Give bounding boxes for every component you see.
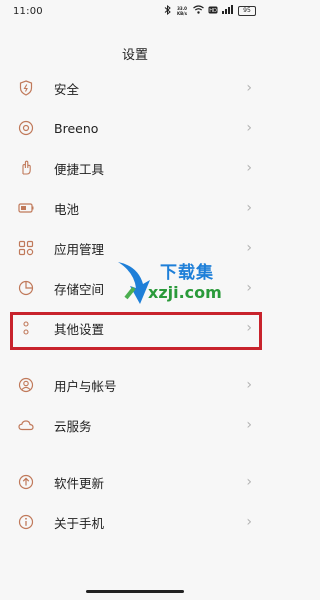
update-arrow-icon bbox=[18, 474, 34, 490]
settings-item-label: 安全 bbox=[54, 81, 80, 97]
settings-item-about-phone[interactable]: 关于手机 › bbox=[0, 502, 270, 542]
status-icons: 33.0 KB/s HD 95 bbox=[164, 4, 256, 18]
settings-item-battery[interactable]: 电池 › bbox=[0, 188, 270, 228]
network-speed-text: 33.0 KB/s bbox=[177, 6, 187, 16]
chevron-right-icon: › bbox=[246, 280, 252, 296]
app-grid-icon bbox=[18, 240, 34, 256]
watermark-text-cn: 下载集 bbox=[160, 263, 214, 283]
settings-item-label: 关于手机 bbox=[54, 515, 105, 531]
chevron-right-icon: › bbox=[246, 514, 252, 530]
settings-item-label: 应用管理 bbox=[54, 241, 105, 257]
chevron-right-icon: › bbox=[246, 160, 252, 176]
shield-icon bbox=[18, 80, 34, 96]
settings-item-convenience-tools[interactable]: 便捷工具 › bbox=[0, 148, 270, 188]
chevron-right-icon: › bbox=[246, 200, 252, 216]
settings-item-label: 用户与帐号 bbox=[54, 378, 117, 394]
info-icon bbox=[18, 514, 34, 530]
hand-tool-icon bbox=[18, 160, 34, 176]
battery-icon: 95 bbox=[238, 6, 256, 16]
settings-item-other-settings[interactable]: 其他设置 › bbox=[0, 308, 270, 348]
chevron-right-icon: › bbox=[246, 80, 252, 96]
settings-item-cloud-service[interactable]: 云服务 › bbox=[0, 405, 270, 445]
chevron-right-icon: › bbox=[246, 240, 252, 256]
watermark-logo: 下载集 xzji.com bbox=[108, 258, 222, 308]
user-icon bbox=[18, 377, 34, 393]
settings-item-breeno[interactable]: Breeno › bbox=[0, 108, 270, 148]
status-bar: 11:00 33.0 KB/s HD 95 bbox=[0, 0, 270, 24]
settings-item-label: 电池 bbox=[54, 201, 80, 217]
hd-icon: HD bbox=[208, 6, 218, 17]
home-indicator[interactable] bbox=[86, 590, 184, 593]
battery-icon bbox=[18, 200, 34, 216]
settings-item-users-accounts[interactable]: 用户与帐号 › bbox=[0, 365, 270, 405]
settings-item-security[interactable]: 安全 › bbox=[0, 68, 270, 108]
more-dots-icon bbox=[18, 320, 34, 336]
settings-item-label: 便捷工具 bbox=[54, 161, 105, 177]
settings-item-label: 云服务 bbox=[54, 418, 92, 434]
chevron-right-icon: › bbox=[246, 120, 252, 136]
settings-item-label: 软件更新 bbox=[54, 475, 105, 491]
watermark-text-url: xzji.com bbox=[148, 283, 222, 302]
wifi-icon bbox=[193, 5, 204, 17]
settings-item-label: Breeno bbox=[54, 120, 99, 136]
bluetooth-icon bbox=[164, 4, 171, 18]
cloud-icon bbox=[18, 417, 34, 433]
signal-icon bbox=[222, 5, 234, 17]
svg-text:HD: HD bbox=[209, 8, 217, 14]
page-title: 设置 bbox=[121, 48, 148, 63]
network-speed-indicator: 33.0 KB/s bbox=[175, 6, 189, 16]
chevron-right-icon: › bbox=[246, 320, 252, 336]
breeno-icon bbox=[18, 120, 34, 136]
chevron-right-icon: › bbox=[246, 474, 252, 490]
status-time: 11:00 bbox=[13, 6, 43, 17]
chevron-right-icon: › bbox=[246, 417, 252, 433]
settings-item-label: 存储空间 bbox=[54, 281, 105, 297]
settings-item-label: 其他设置 bbox=[54, 321, 105, 337]
chevron-right-icon: › bbox=[246, 377, 252, 393]
settings-item-software-update[interactable]: 软件更新 › bbox=[0, 462, 270, 502]
battery-level: 95 bbox=[243, 7, 251, 14]
storage-pie-icon bbox=[18, 280, 34, 296]
